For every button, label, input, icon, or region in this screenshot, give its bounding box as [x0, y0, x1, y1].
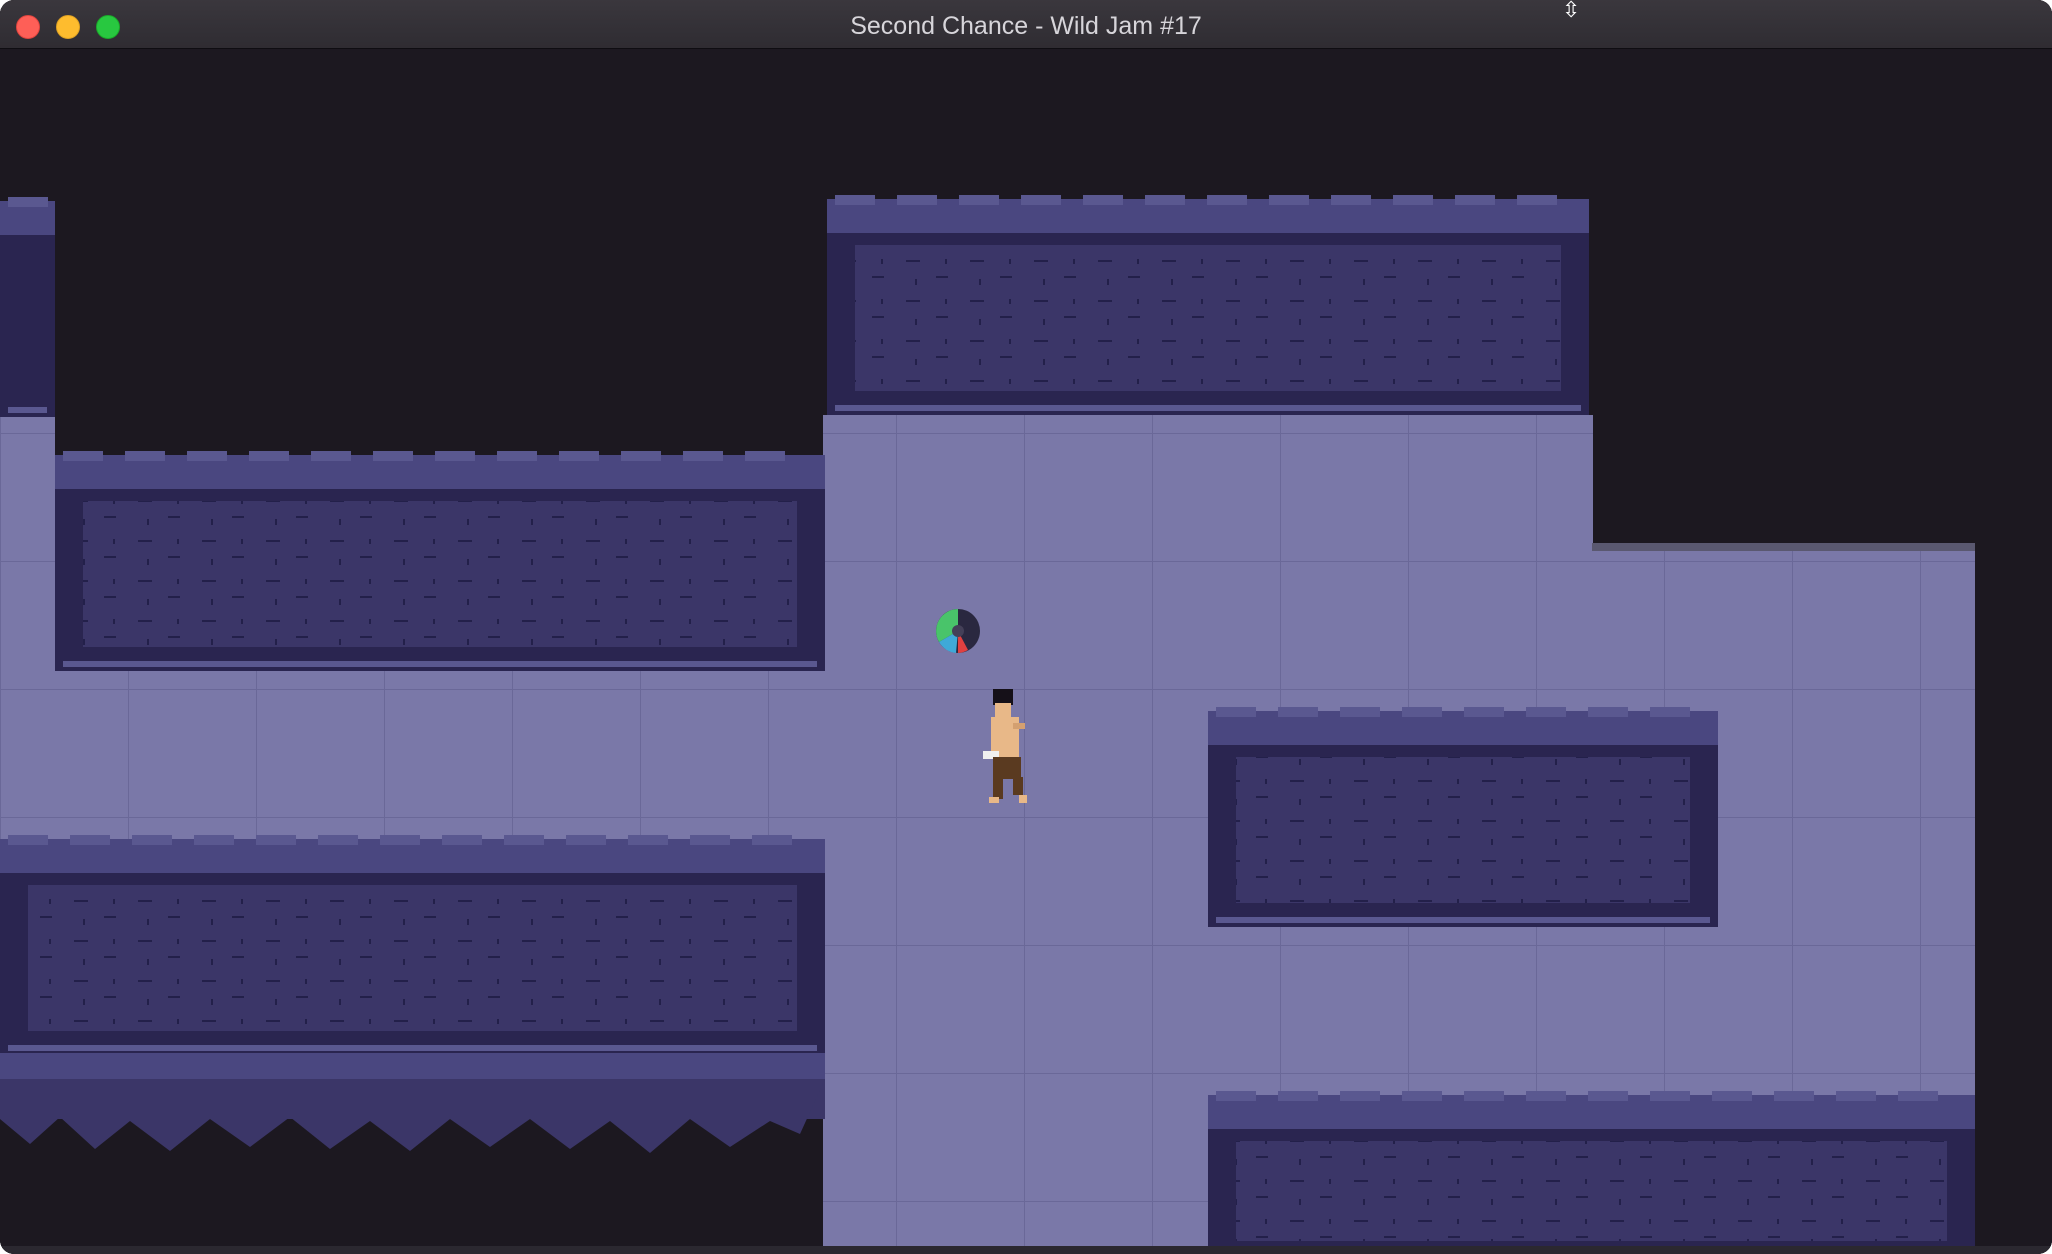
game-viewport[interactable]	[0, 49, 2052, 1254]
cooldown-ring-icon	[936, 609, 980, 653]
wall-block-lower-left	[0, 835, 825, 1055]
window-titlebar[interactable]: Second Chance - Wild Jam #17 ⇳	[0, 0, 2052, 49]
window-title: Second Chance - Wild Jam #17	[850, 12, 1202, 40]
game-window: Second Chance - Wild Jam #17 ⇳	[0, 0, 2052, 1254]
wall-block-upper-left	[55, 451, 825, 671]
resize-vertical-cursor-icon: ⇳	[1562, 0, 1581, 23]
wall-block-bottom-right	[1208, 1091, 1975, 1254]
wall-block-middle-right	[1208, 707, 1718, 927]
game-scene	[0, 49, 2052, 1254]
wall-block-top-center	[827, 195, 1589, 415]
wall-block-left-edge	[0, 197, 55, 417]
window-bottom-edge	[0, 1246, 2052, 1254]
